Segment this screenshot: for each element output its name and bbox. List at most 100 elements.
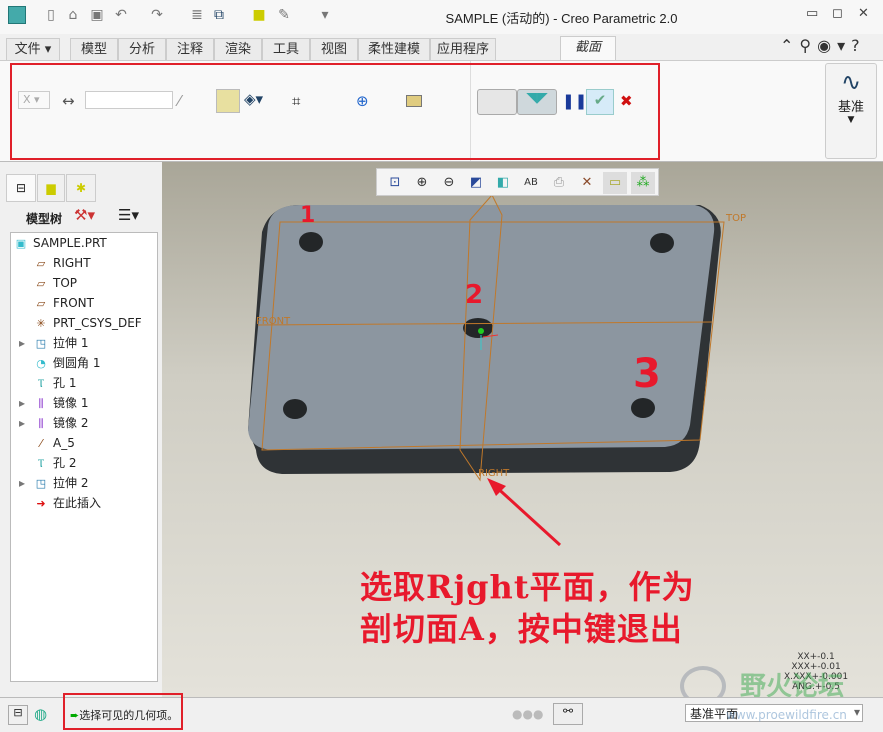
repaint-icon[interactable]: ◩ [464, 172, 488, 194]
watermark-url: www.proewildfire.cn [726, 708, 847, 722]
tree-item-label: 在此插入 [53, 496, 102, 510]
spin-center-icon[interactable]: ⁂ [631, 172, 655, 194]
part-icon: ▣ [15, 237, 27, 250]
insert-here-icon: ➜ [36, 497, 46, 510]
window-title: SAMPLE (活动的) - Creo Parametric 2.0 [445, 11, 678, 26]
marker-3: 3 [633, 351, 661, 397]
tree-item[interactable]: ▱ FRONT [33, 293, 94, 313]
tab-file[interactable]: 文件 ▾ [6, 38, 60, 61]
view-manager-icon[interactable]: ⎙ [547, 172, 571, 194]
datum-sine-icon: ∿ [840, 68, 862, 96]
refit-icon[interactable]: ⊡ [383, 172, 407, 194]
right-plane-label: RIGHT [478, 468, 510, 479]
status-highlight-box [63, 693, 183, 730]
browser-toggle-icon[interactable]: ◍ [34, 705, 47, 723]
annotation-arrow [491, 482, 562, 547]
tree-item[interactable]: ◔ 倒圆角 1 [33, 353, 100, 373]
csys-origin [478, 328, 484, 334]
datum-plane-icon: ▱ [36, 257, 46, 270]
tree-item[interactable]: Ⲧ 孔 2 [33, 453, 77, 473]
zoom-out-icon[interactable]: ⊖ [437, 172, 461, 194]
datum-display-icon[interactable]: ✕ [575, 172, 599, 194]
annotation-line-2: 剖切面A，按中键退出 [360, 610, 683, 648]
model-tree: ▣ SAMPLE.PRT ▱ RIGHT ▱ TOP ▱ FRONT ✳ PRT_CSYS_DEF… [10, 232, 158, 682]
find-button[interactable]: ⚯ [553, 703, 583, 725]
tree-item-label: RIGHT [53, 256, 91, 270]
extrude-icon: ◳ [35, 337, 47, 350]
csys-icon: ✳ [36, 317, 46, 330]
highlight-box [10, 63, 660, 160]
marker-2: 2 [465, 280, 483, 310]
tree-item-label: 孔 1 [53, 376, 77, 390]
model-tree-tab[interactable]: ⊟ [6, 174, 36, 202]
tab-applications[interactable]: 应用程序 [430, 38, 496, 61]
tree-item-label: PRT_CSYS_DEF [53, 316, 142, 330]
tree-item-label: 镜像 2 [53, 416, 89, 430]
expand-arrow-icon[interactable]: ▸ [19, 333, 25, 353]
display-style-icon[interactable]: ◧ [491, 172, 515, 194]
tab-model[interactable]: 模型 [70, 38, 118, 61]
hole-icon: Ⲧ [37, 377, 45, 390]
view-toolbar: ⊡ ⊕ ⊖ ◩ ◧ AB ⎙ ✕ ▭ ⁂ [376, 168, 659, 196]
tree-item-label: 拉伸 2 [53, 476, 89, 490]
tree-item[interactable]: ▣ SAMPLE.PRT [13, 233, 107, 253]
navigator-toggle-icon[interactable]: ⊟ [8, 705, 28, 725]
close-button[interactable]: ✕ [858, 6, 869, 21]
tree-item[interactable]: ▸ ⫼ 镜像 2 [19, 413, 89, 433]
hole [283, 399, 307, 419]
tree-item[interactable]: ▸ ⫼ 镜像 1 [19, 393, 89, 413]
tree-item-label: 镜像 1 [53, 396, 89, 410]
tab-tools[interactable]: 工具 [262, 38, 310, 61]
zoom-in-icon[interactable]: ⊕ [410, 172, 434, 194]
tab-analysis[interactable]: 分析 [118, 38, 166, 61]
mirror-icon: ⫼ [38, 397, 44, 410]
expand-arrow-icon[interactable]: ▸ [19, 393, 25, 413]
minimize-button[interactable]: ▭ [806, 6, 818, 21]
tab-view[interactable]: 视图 [310, 38, 358, 61]
front-plane-label: FRONT [256, 316, 291, 327]
top-plane-label: TOP [725, 213, 746, 224]
panel-title: 模型树 [26, 212, 63, 226]
show-options-icon[interactable]: ☰▾ [118, 206, 139, 224]
tree-item[interactable]: ⁄ A_5 [33, 433, 75, 453]
annotation-display-icon[interactable]: ▭ [603, 172, 627, 194]
tab-section[interactable]: 截面 [560, 36, 616, 61]
tree-item[interactable]: ➜ 在此插入 [33, 493, 101, 513]
tab-annotate[interactable]: 注释 [166, 38, 214, 61]
annotation-line-1: 选取Rjght平面，作为 [360, 568, 695, 606]
datum-plane-icon: ▱ [36, 297, 46, 310]
tree-item-label: A_5 [53, 436, 75, 450]
saved-views-icon[interactable]: AB [519, 172, 543, 194]
hole [463, 318, 493, 338]
tab-render[interactable]: 渲染 [214, 38, 262, 61]
tree-item[interactable]: Ⲧ 孔 1 [33, 373, 77, 393]
title-bar: ▯ ⌂ ▣ ↶ ↷ ≣ ⧉ ■ ✎ ▾ SAMPLE (活动的) - Creo … [0, 0, 883, 34]
help-icons[interactable]: ⌃⚲◉▾? [780, 36, 866, 55]
datum-plane-icon: ▱ [36, 277, 46, 290]
mirror-icon: ⫼ [38, 417, 44, 430]
tree-item[interactable]: ✳ PRT_CSYS_DEF [33, 313, 142, 333]
maximize-button[interactable]: ◻ [832, 6, 843, 21]
marker-1: 1 [300, 203, 315, 228]
favorites-tab[interactable]: ✱ [66, 174, 96, 202]
folder-browser-tab[interactable]: ▆ [37, 174, 65, 202]
expand-arrow-icon[interactable]: ▸ [19, 473, 25, 493]
ribbon-tabs: 文件 ▾ 模型 分析 注释 渲染 工具 视图 柔性建模 应用程序 截面 ⌃⚲◉▾… [0, 36, 883, 61]
tree-item-label: TOP [53, 276, 78, 290]
hole-icon: Ⲧ [37, 457, 45, 470]
round-icon: ◔ [36, 357, 46, 370]
hole [631, 398, 655, 418]
expand-arrow-icon[interactable]: ▸ [19, 413, 25, 433]
datum-button[interactable]: ∿ 基准 ▼ [825, 63, 877, 159]
progress-dots: ●●● [512, 707, 544, 721]
settings-tools-icon[interactable]: ⚒▾ [74, 206, 95, 224]
tree-item[interactable]: ▱ TOP [33, 273, 77, 293]
extrude-icon: ◳ [35, 477, 47, 490]
tree-item[interactable]: ▸ ◳ 拉伸 1 [19, 333, 88, 353]
tree-item-label: SAMPLE.PRT [33, 236, 107, 250]
tree-item-label: 孔 2 [53, 456, 77, 470]
tree-item[interactable]: ▱ RIGHT [33, 253, 91, 273]
tab-flexible-modeling[interactable]: 柔性建模 [358, 38, 430, 61]
tree-item-label: 倒圆角 1 [53, 356, 101, 370]
tree-item[interactable]: ▸ ◳ 拉伸 2 [19, 473, 89, 493]
